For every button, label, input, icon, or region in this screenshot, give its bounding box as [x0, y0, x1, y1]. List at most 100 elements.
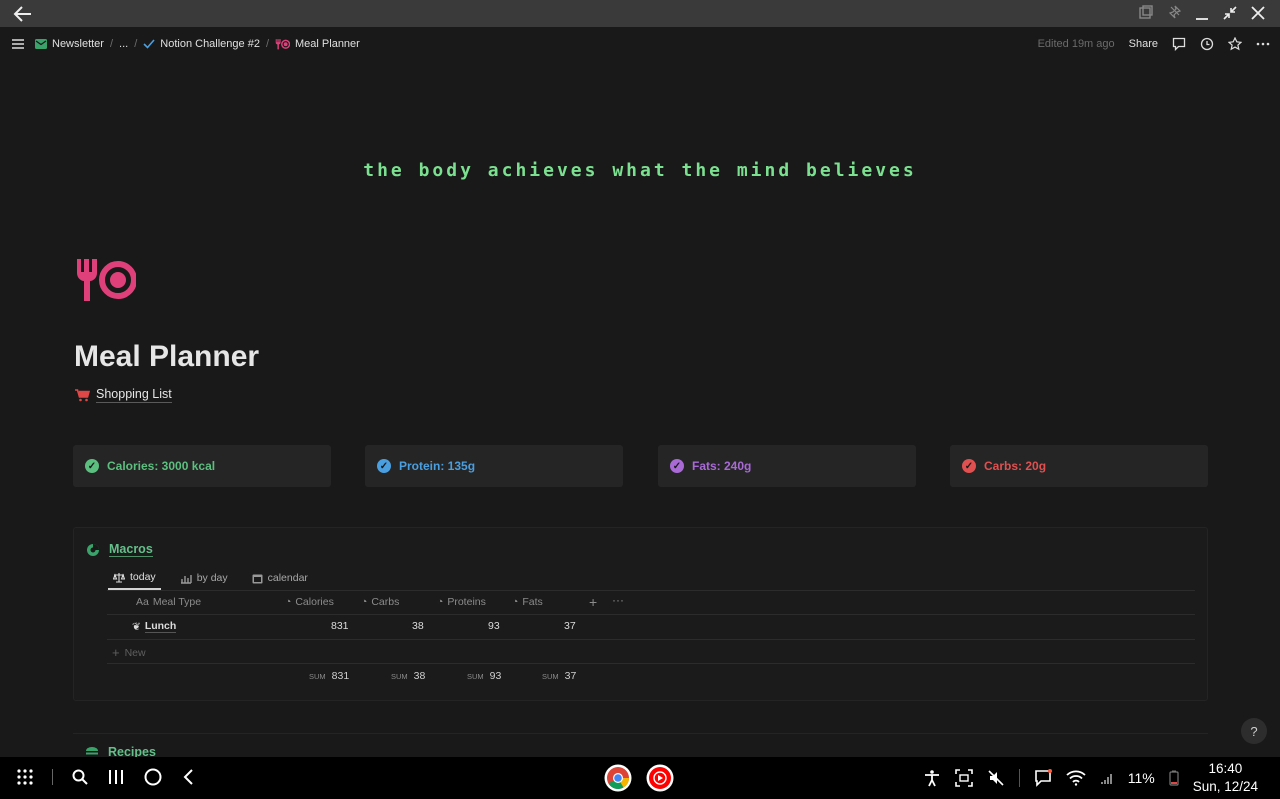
fork-plate-icon[interactable] — [74, 255, 136, 303]
tab-calendar[interactable]: calendar — [247, 566, 313, 590]
screenshot-icon[interactable] — [954, 769, 973, 787]
shopping-cart-icon — [75, 388, 90, 401]
more-options-icon[interactable] — [1256, 37, 1270, 51]
add-column-icon[interactable]: + — [589, 594, 597, 610]
fats-cell[interactable]: 37 — [564, 620, 576, 632]
checkmark-icon — [143, 39, 155, 49]
breadcrumb-newsletter[interactable]: Newsletter — [35, 38, 104, 50]
scale-icon — [113, 572, 125, 583]
divider — [52, 769, 53, 785]
clock-date: Sun, 12/24 — [1192, 779, 1258, 794]
formula-icon: ◔ — [512, 596, 519, 608]
close-icon[interactable] — [1250, 4, 1266, 22]
mail-icon — [35, 39, 47, 49]
text-type-icon: Aa — [136, 596, 149, 608]
cover-quote: the body achieves what the mind believes — [363, 160, 917, 181]
chrome-icon[interactable] — [604, 764, 632, 792]
accessibility-icon[interactable] — [923, 769, 941, 787]
nav-back-icon[interactable] — [181, 768, 197, 786]
breadcrumb-notion-challenge[interactable]: Notion Challenge #2 — [143, 38, 260, 50]
star-icon[interactable] — [1228, 37, 1242, 51]
column-header-calories[interactable]: ◔ Calories — [285, 596, 334, 608]
plus-icon: + — [112, 645, 120, 660]
minimize-icon[interactable] — [1194, 4, 1210, 22]
check-circle-icon: ✓ — [85, 459, 99, 473]
stat-card-carbs[interactable]: ✓ Carbs: 20g — [950, 445, 1208, 487]
battery-percentage[interactable]: 11% — [1128, 770, 1155, 786]
system-taskbar: 11% 16:40 Sun, 12/24 — [0, 757, 1280, 799]
formula-icon: ◔ — [437, 596, 444, 608]
formula-icon: ◔ — [361, 596, 368, 608]
macros-database: Macros today by day calendar Aa Meal Type… — [73, 527, 1208, 701]
window-bar — [0, 0, 1280, 27]
page-title[interactable]: Meal Planner — [74, 340, 259, 374]
comment-icon[interactable] — [1172, 37, 1186, 51]
column-header-fats[interactable]: ◔ Fats — [512, 596, 543, 608]
carbs-cell[interactable]: 38 — [412, 620, 424, 632]
divider — [107, 639, 1195, 640]
column-header-meal-type[interactable]: Aa Meal Type — [136, 596, 201, 608]
back-arrow-icon[interactable] — [12, 4, 34, 24]
meal-cell[interactable]: ❦ Lunch — [132, 620, 177, 633]
pin-icon[interactable] — [1166, 4, 1182, 22]
search-icon[interactable] — [71, 768, 89, 786]
clock-time: 16:40 — [1208, 760, 1243, 776]
check-circle-icon: ✓ — [962, 459, 976, 473]
overlay-window-icon[interactable] — [1138, 4, 1154, 22]
help-button[interactable]: ? — [1241, 718, 1267, 744]
divider — [1018, 769, 1020, 787]
pie-chart-icon — [87, 543, 99, 556]
column-header-carbs[interactable]: ◔ Carbs — [361, 596, 399, 608]
breadcrumb-separator: / — [134, 38, 138, 50]
formula-icon: ◔ — [285, 596, 292, 608]
proteins-cell[interactable]: 93 — [488, 620, 500, 632]
app-drawer-icon[interactable] — [16, 768, 34, 786]
stat-label: Protein: 135g — [399, 459, 476, 473]
divider — [107, 590, 1195, 591]
youtube-music-icon[interactable] — [646, 764, 674, 792]
breadcrumb-separator: / — [109, 38, 114, 50]
calendar-icon — [252, 574, 263, 583]
check-circle-icon: ✓ — [670, 459, 684, 473]
tab-today[interactable]: today — [108, 566, 161, 590]
proteins-sum[interactable]: SUM 93 — [467, 670, 501, 682]
carbs-sum[interactable]: SUM 38 — [391, 670, 425, 682]
stat-card-protein[interactable]: ✓ Protein: 135g — [365, 445, 623, 487]
recent-apps-icon[interactable] — [107, 768, 125, 786]
calories-sum[interactable]: SUM 831 — [309, 670, 349, 682]
stat-label: Carbs: 20g — [984, 459, 1047, 473]
shopping-list-label: Shopping List — [96, 387, 172, 403]
divider — [107, 614, 1195, 615]
mute-icon[interactable] — [987, 769, 1005, 787]
more-options-icon[interactable]: ··· — [612, 593, 624, 607]
breadcrumb-ellipsis[interactable]: ... — [119, 38, 128, 50]
notion-topbar: Newsletter / ... / Notion Challenge #2 /… — [0, 27, 1280, 61]
history-clock-icon[interactable] — [1200, 37, 1214, 51]
battery-icon[interactable] — [1169, 770, 1179, 786]
tab-by-day[interactable]: by day — [175, 566, 233, 590]
column-header-proteins[interactable]: ◔ Proteins — [437, 596, 486, 608]
stat-card-fats[interactable]: ✓ Fats: 240g — [658, 445, 916, 487]
signal-icon[interactable] — [1100, 771, 1114, 785]
breadcrumb-meal-planner[interactable]: Meal Planner — [275, 38, 360, 50]
check-circle-icon: ✓ — [377, 459, 391, 473]
stat-card-calories[interactable]: ✓ Calories: 3000 kcal — [73, 445, 331, 487]
chart-icon — [180, 574, 192, 584]
clock[interactable]: 16:40 Sun, 12/24 — [1193, 760, 1258, 796]
view-tabs: today by day calendar — [108, 566, 313, 590]
stat-label: Calories: 3000 kcal — [107, 459, 216, 473]
notification-message-icon[interactable] — [1034, 769, 1052, 787]
macros-title[interactable]: Macros — [86, 542, 153, 557]
shopping-list-link[interactable]: Shopping List — [75, 387, 172, 403]
new-row-button[interactable]: + New — [112, 645, 146, 660]
restore-icon[interactable] — [1222, 4, 1238, 22]
calories-cell[interactable]: 831 — [331, 620, 349, 632]
hamburger-menu-icon[interactable] — [11, 37, 25, 51]
breadcrumb: Newsletter / ... / Notion Challenge #2 /… — [35, 38, 360, 50]
fats-sum[interactable]: SUM 37 — [542, 670, 576, 682]
edited-timestamp: Edited 19m ago — [1037, 38, 1115, 50]
share-button[interactable]: Share — [1129, 38, 1158, 50]
home-icon[interactable] — [143, 767, 163, 787]
divider — [107, 663, 1195, 664]
wifi-icon[interactable] — [1066, 770, 1086, 786]
